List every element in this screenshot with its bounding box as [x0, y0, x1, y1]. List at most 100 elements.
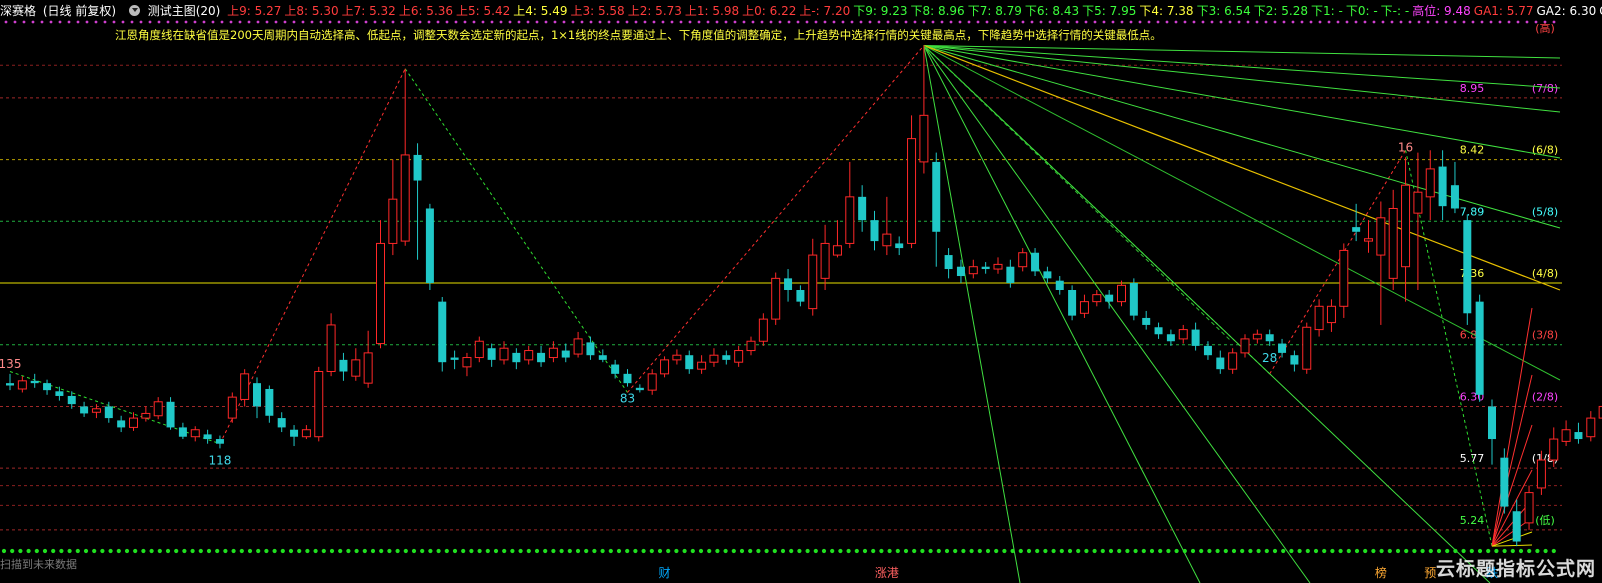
bottom-marker-dot: [124, 548, 130, 554]
candlestick-chart[interactable]: 8.95 (7/8)8.42 (6/8)7.89 (5/8)7.36 (4/8)6.83…: [0, 0, 1602, 583]
gann-annotation: 江恩角度线在缺省值是200天周期内自动选择高、低起点，调整天数会选定新的起点，1…: [115, 28, 1162, 42]
bottom-marker-dot: [879, 548, 884, 554]
candle-body: [400, 154, 410, 242]
candle-body: [1105, 294, 1114, 302]
candle-body: [80, 406, 89, 414]
bottom-marker-dot: [1108, 548, 1114, 554]
candle-body: [1524, 492, 1534, 524]
bottom-marker-dot: [165, 548, 171, 554]
bottom-marker-dot: [502, 548, 507, 554]
candle-body: [117, 420, 126, 428]
bottom-marker-dot: [288, 548, 294, 554]
candle-body: [1265, 334, 1274, 342]
bottom-marker-dot: [1125, 548, 1130, 554]
bottom-marker-dot: [346, 548, 351, 554]
indicator-name[interactable]: 测试主图(20): [148, 4, 221, 18]
bottom-marker-dot: [616, 548, 622, 554]
level-readout: 上6: 5.36: [398, 4, 454, 18]
candle-body: [265, 388, 274, 416]
event-tag: 财: [659, 566, 671, 580]
bottom-marker-dot: [67, 548, 72, 554]
candle-body: [290, 429, 299, 437]
bottom-marker-dot: [1494, 548, 1499, 554]
candle-body: [43, 383, 52, 391]
bottom-marker-dot: [1518, 548, 1524, 554]
candle-body: [6, 383, 14, 386]
candle-body: [30, 380, 39, 384]
bottom-marker-dot: [1174, 548, 1179, 554]
bottom-marker-dot: [633, 548, 638, 554]
bottom-marker-dot: [1002, 548, 1007, 554]
bottom-marker-dot: [1158, 548, 1163, 554]
level-readout: 下7: 8.79: [967, 4, 1022, 18]
bottom-marker-dot: [748, 548, 753, 554]
bottom-marker-dot: [1379, 548, 1384, 554]
gann-fan-line: [923, 45, 1311, 583]
candle-body: [611, 364, 620, 374]
candle-body: [339, 359, 348, 372]
candle-body: [1154, 327, 1163, 335]
dropdown-circle-icon[interactable]: [128, 5, 140, 16]
bottom-marker-dot: [51, 548, 56, 554]
bottom-marker-dot: [1117, 548, 1122, 554]
candle-body: [734, 350, 744, 363]
candle-body: [166, 401, 175, 428]
price-level-label: 8.95: [1460, 82, 1485, 95]
candle-body: [1549, 438, 1559, 461]
bottom-marker-dot: [567, 548, 572, 554]
bottom-marker-dot: [838, 548, 843, 554]
bottom-marker-dot: [985, 548, 991, 554]
bottom-marker-dot: [1092, 548, 1097, 554]
candle-body: [215, 439, 224, 444]
bottom-marker-dot: [198, 548, 203, 554]
candle-body: [1129, 283, 1138, 316]
level-readout: 下0: -: [1345, 4, 1378, 18]
bottom-marker-dot: [1248, 548, 1253, 554]
bottom-marker-dot: [1502, 548, 1507, 554]
event-tag: 预: [1424, 566, 1436, 580]
candle-body: [1166, 334, 1175, 342]
bottom-marker-dot: [1272, 548, 1278, 554]
bottom-marker-dot: [247, 548, 253, 554]
bottom-marker-dot: [731, 548, 736, 554]
candle-body: [561, 350, 570, 358]
bottom-marker-dot: [1420, 548, 1425, 554]
candle-body: [413, 154, 422, 181]
candle-body: [487, 348, 496, 360]
bottom-marker-dot: [1026, 548, 1032, 554]
candle-body: [1425, 168, 1435, 198]
bottom-marker-dot: [854, 548, 859, 554]
candle-body: [1191, 329, 1200, 346]
candle-body: [462, 357, 472, 368]
bottom-marker-dot: [1149, 548, 1155, 554]
bottom-marker-dot: [944, 548, 950, 554]
candle-body: [512, 352, 521, 363]
level-readout: 上8: 5.30: [284, 4, 339, 18]
bottom-marker-dot: [1231, 548, 1237, 554]
candle-body: [956, 266, 965, 277]
bottom-marker-dot: [1043, 548, 1048, 554]
candle-body: [882, 233, 892, 247]
candle-body: [796, 290, 805, 302]
candle-body: [709, 354, 719, 363]
candle-body: [1178, 329, 1188, 340]
bottom-marker-dot: [34, 548, 39, 554]
candle-body: [1290, 355, 1299, 365]
bottom-marker-dot: [813, 548, 818, 554]
candle-body: [537, 352, 546, 363]
level-readout: GA2: 6.30: [1536, 4, 1597, 18]
bottom-marker-dot: [1182, 548, 1187, 554]
candle-body: [1203, 345, 1212, 356]
candle-body: [1043, 271, 1052, 279]
candle-body: [981, 266, 990, 270]
level-readouts: 上9: 5.27 上8: 5.30 上7: 5.32 上6: 5.36 上5: 5.42…: [227, 4, 1602, 18]
stock-name[interactable]: 深赛格: [0, 4, 36, 18]
candle-body: [153, 401, 163, 417]
candle-body: [647, 373, 657, 391]
bottom-marker-dot: [1445, 548, 1450, 554]
gann-fan-line: [923, 45, 1491, 583]
chart-mode[interactable]: (日线 前复权): [43, 4, 116, 18]
bottom-marker-dot: [723, 548, 728, 554]
level-readout: 下2: 5.28: [1253, 4, 1309, 18]
bottom-marker-dot: [223, 548, 228, 554]
